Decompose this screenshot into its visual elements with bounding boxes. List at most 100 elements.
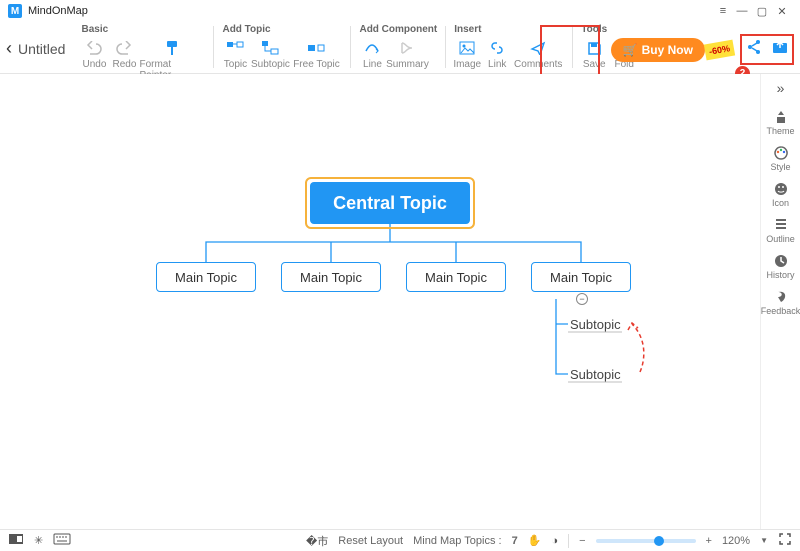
main-topic-node[interactable]: Main Topic (406, 262, 506, 292)
line-label: Line (363, 59, 382, 70)
sidebar-item-feedback[interactable]: Feedback (761, 286, 800, 318)
toolbar-separator (350, 26, 351, 68)
image-button[interactable]: Image (452, 37, 482, 70)
comments-button[interactable]: Comments (512, 37, 564, 70)
topic-label: Topic (224, 59, 247, 70)
save-icon (587, 39, 602, 57)
save-label: Save (583, 59, 606, 70)
menu-icon[interactable]: ≡ (712, 5, 732, 17)
sidebar-item-label: Outline (766, 234, 795, 244)
group-insert-label: Insert (454, 24, 564, 36)
fullscreen-icon[interactable] (778, 532, 792, 549)
main-topic-node[interactable]: Main Topic (156, 262, 256, 292)
sidebar-item-outline[interactable]: Outline (761, 214, 800, 246)
topic-button[interactable]: Topic (220, 37, 250, 70)
maximize-button[interactable]: ▢ (752, 5, 772, 18)
sidebar-item-label: History (766, 270, 794, 280)
link-icon (489, 39, 505, 57)
subtopic-button[interactable]: Subtopic (250, 37, 290, 70)
keyboard-icon[interactable] (53, 533, 71, 548)
status-bar: ✳ �市 Reset Layout Mind Map Topics : 7 ✋ … (0, 529, 800, 551)
link-label: Link (488, 59, 506, 70)
sidebar-item-label: Icon (772, 198, 789, 208)
save-button[interactable]: Save (579, 37, 609, 70)
freetopic-button[interactable]: Free Topic (290, 37, 342, 70)
back-area[interactable]: ‹ Untitled (6, 38, 65, 59)
cart-icon: 🛒 (623, 43, 638, 57)
subtopic-icon (261, 39, 279, 57)
zoom-in-button[interactable]: + (706, 535, 712, 547)
doc-title: Untitled (18, 41, 65, 57)
buy-now-label: Buy Now (642, 43, 693, 57)
history-icon (773, 252, 789, 270)
line-button[interactable]: Line (357, 37, 387, 70)
sidebar-item-label: Feedback (761, 306, 800, 316)
style-icon (773, 144, 789, 162)
canvas[interactable]: Central Topic Main Topic Main Topic Main… (0, 74, 760, 529)
redo-label: Redo (113, 59, 137, 70)
image-icon (459, 39, 475, 57)
toolbar-separator (572, 26, 573, 68)
undo-label: Undo (83, 59, 107, 70)
format-painter-icon (164, 39, 180, 57)
main-area: Central Topic Main Topic Main Topic Main… (0, 74, 800, 529)
main-topic-node[interactable]: Main Topic (531, 262, 631, 292)
feedback-icon (773, 288, 789, 306)
freetopic-label: Free Topic (293, 59, 340, 70)
zoom-out-button[interactable]: − (579, 535, 585, 547)
link-button[interactable]: Link (482, 37, 512, 70)
reset-layout-label[interactable]: Reset Layout (338, 535, 403, 547)
export-icon[interactable] (772, 39, 788, 60)
zoom-slider[interactable] (596, 539, 696, 543)
zoom-thumb[interactable] (654, 536, 664, 546)
sidebar-item-label: Style (770, 162, 790, 172)
topic-icon (226, 39, 244, 57)
main-topic-node[interactable]: Main Topic (281, 262, 381, 292)
icon-icon (773, 180, 789, 198)
zoom-value: 120% (722, 535, 750, 547)
central-topic-node[interactable]: Central Topic (310, 182, 470, 224)
buy-now-button[interactable]: 🛒 Buy Now (611, 38, 705, 62)
subtopic-node[interactable]: Subtopic (570, 317, 621, 332)
right-sidebar: » Theme Style Icon Outline History Feedb… (760, 74, 800, 529)
summary-label: Summary (386, 59, 429, 70)
app-name: MindOnMap (28, 5, 88, 17)
image-label: Image (453, 59, 481, 70)
status-separator (568, 534, 569, 548)
group-addtopic-label: Add Topic (222, 24, 342, 36)
sidebar-item-theme[interactable]: Theme (761, 106, 800, 138)
pointer-tool-icon[interactable]: ◑ (551, 535, 558, 547)
outline-icon (773, 216, 789, 234)
subtopic-node[interactable]: Subtopic (570, 367, 621, 382)
hand-tool-icon[interactable]: ✋ (528, 534, 542, 547)
toolbar: ‹ Untitled Basic Undo Redo Format Painte… (0, 22, 800, 74)
annotation-arrow (622, 318, 652, 378)
share-export-box (740, 34, 794, 65)
sidebar-item-label: Theme (766, 126, 794, 136)
share-icon[interactable] (746, 39, 762, 60)
sidebar-item-icon[interactable]: Icon (761, 178, 800, 210)
minimize-button[interactable]: — (732, 5, 752, 17)
collapse-toggle[interactable]: − (576, 293, 588, 305)
reset-layout-icon[interactable]: �市 (306, 533, 328, 549)
toolbar-separator (445, 26, 446, 68)
topics-label: Mind Map Topics : (413, 535, 501, 547)
sidebar-item-history[interactable]: History (761, 250, 800, 282)
freetopic-icon (307, 39, 325, 57)
topics-count: 7 (512, 535, 518, 547)
sidebar-item-style[interactable]: Style (761, 142, 800, 174)
presentation-icon[interactable] (8, 532, 24, 549)
brightness-icon[interactable]: ✳ (34, 534, 43, 547)
close-button[interactable] (772, 5, 792, 18)
toolbar-separator (213, 26, 214, 68)
redo-icon (116, 39, 132, 57)
app-logo: M (8, 4, 22, 18)
sidebar-collapse-icon[interactable]: » (777, 80, 785, 96)
comments-label: Comments (514, 59, 562, 70)
theme-icon (773, 108, 789, 126)
line-icon (364, 39, 380, 57)
summary-button[interactable]: Summary (387, 37, 427, 70)
connector-lines (0, 74, 760, 529)
comments-icon (530, 39, 546, 57)
back-chevron-icon: ‹ (6, 38, 12, 59)
